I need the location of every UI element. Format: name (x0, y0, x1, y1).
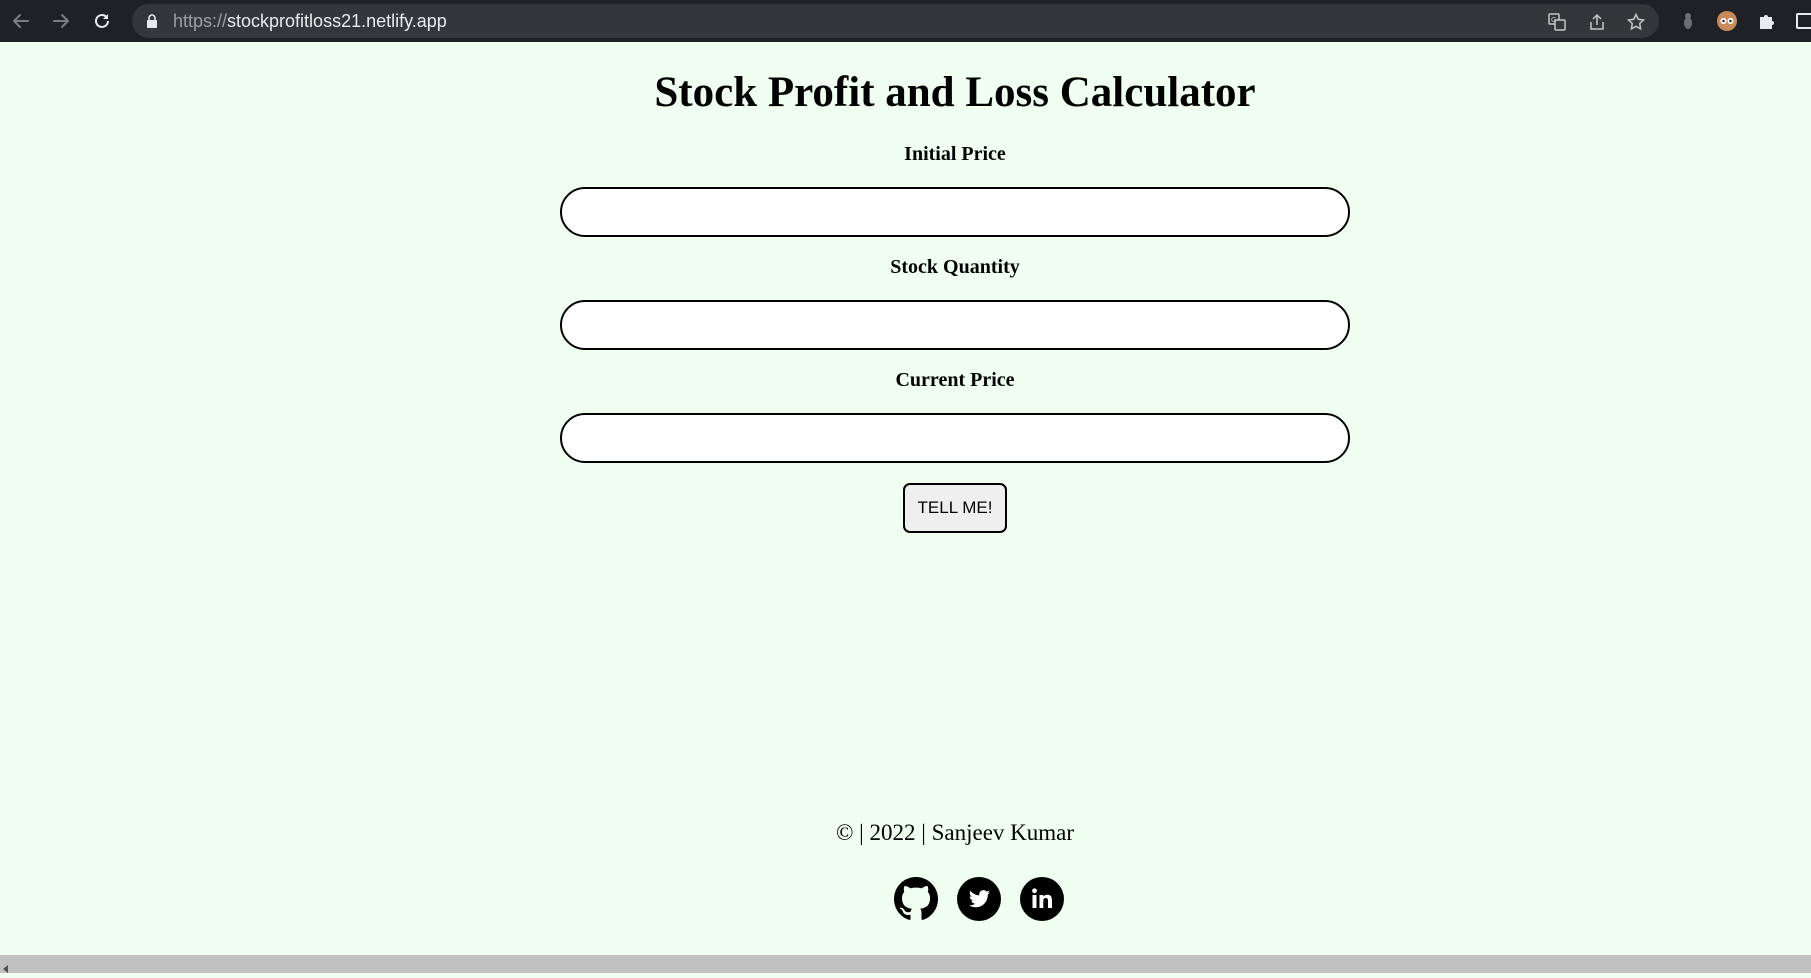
horizontal-scrollbar[interactable] (0, 955, 1811, 973)
reload-icon[interactable] (89, 8, 115, 34)
initial-price-input[interactable] (560, 187, 1350, 237)
stock-quantity-input[interactable] (560, 300, 1350, 350)
svg-text:G: G (1551, 16, 1556, 24)
profile-avatar-icon[interactable] (1715, 9, 1739, 33)
url-text: https://stockprofitloss21.netlify.app (173, 11, 447, 31)
page-content: Stock Profit and Loss Calculator Initial… (0, 42, 1811, 955)
share-icon[interactable] (1587, 12, 1607, 32)
footer-copyright: © | 2022 | Sanjeev Kumar (835, 820, 1075, 845)
extension-icon[interactable] (1676, 9, 1700, 33)
translate-icon[interactable]: G (1547, 12, 1567, 32)
star-icon[interactable] (1626, 12, 1646, 32)
back-arrow-icon[interactable] (8, 8, 34, 34)
github-icon[interactable] (894, 877, 938, 921)
address-bar[interactable]: https://stockprofitloss21.netlify.app G (132, 4, 1659, 38)
current-price-input[interactable] (560, 413, 1350, 463)
initial-price-label: Initial Price (904, 143, 1006, 165)
lock-icon[interactable] (146, 14, 158, 33)
current-price-label: Current Price (895, 369, 1015, 391)
side-panel-icon[interactable] (1793, 9, 1811, 33)
twitter-icon[interactable] (957, 877, 1001, 921)
page-title: Stock Profit and Loss Calculator (654, 69, 1256, 116)
tell-me-button[interactable]: TELL ME! (903, 483, 1007, 533)
browser-toolbar: https://stockprofitloss21.netlify.app G (0, 0, 1811, 42)
stock-quantity-label: Stock Quantity (890, 256, 1020, 278)
scroll-left-arrow-icon[interactable] (2, 960, 10, 978)
forward-arrow-icon[interactable] (48, 8, 74, 34)
linkedin-icon[interactable] (1020, 877, 1064, 921)
puzzle-icon[interactable] (1755, 9, 1779, 33)
